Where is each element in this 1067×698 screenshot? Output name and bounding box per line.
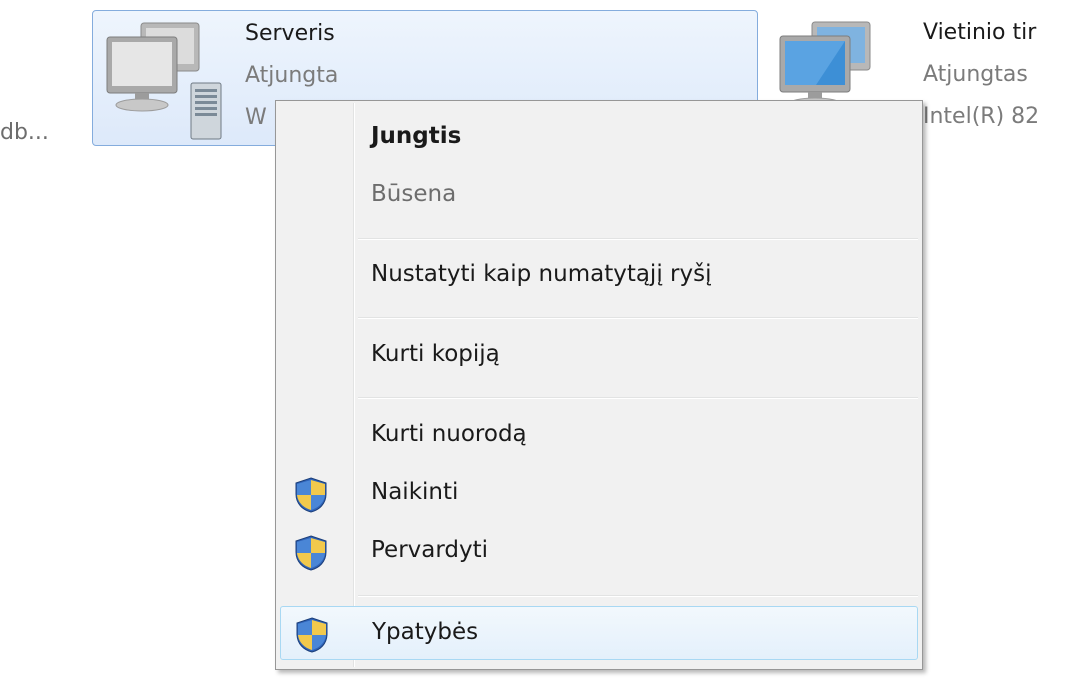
menu-item-rename[interactable]: Pervardyti (280, 525, 918, 579)
connection-device: W (245, 105, 267, 130)
menu-separator (358, 595, 918, 597)
uac-shield-icon (295, 535, 327, 571)
menu-separator (358, 397, 918, 399)
connection-name: Serveris (245, 21, 335, 46)
uac-shield-icon (296, 617, 328, 653)
menu-item-label: Kurti kopiją (371, 341, 500, 367)
menu-item-label: Naikinti (371, 479, 459, 505)
menu-item-jungtis[interactable]: Jungtis (280, 111, 918, 165)
connection-device: Intel(R) 82 (923, 104, 1040, 129)
menu-item-create-copy[interactable]: Kurti kopiją (280, 329, 918, 383)
menu-separator (358, 317, 918, 319)
server-computer-icon (106, 22, 222, 140)
menu-item-label: Nustatyti kaip numatytąjį ryšį (371, 261, 712, 287)
menu-item-create-shortcut[interactable]: Kurti nuorodą (280, 409, 918, 463)
menu-item-delete[interactable]: Naikinti (280, 467, 918, 521)
context-menu: Jungtis Būsena Nustatyti kaip numatytąjį… (275, 100, 923, 670)
truncated-item-text: db... (0, 120, 49, 145)
menu-item-label: Kurti nuorodą (371, 421, 527, 447)
connection-name: Vietinio tir (923, 20, 1037, 45)
menu-item-set-default[interactable]: Nustatyti kaip numatytąjį ryšį (280, 249, 918, 303)
menu-item-label: Jungtis (371, 123, 462, 149)
menu-item-label: Būsena (371, 181, 457, 207)
menu-item-busena[interactable]: Būsena (280, 169, 918, 223)
menu-item-properties[interactable]: Ypatybės (280, 606, 918, 660)
menu-item-label: Pervardyti (371, 537, 489, 563)
menu-item-label: Ypatybės (372, 619, 479, 645)
connection-status: Atjungtas (923, 62, 1028, 87)
uac-shield-icon (295, 477, 327, 513)
connection-status: Atjungta (245, 63, 339, 88)
menu-separator (358, 238, 918, 240)
